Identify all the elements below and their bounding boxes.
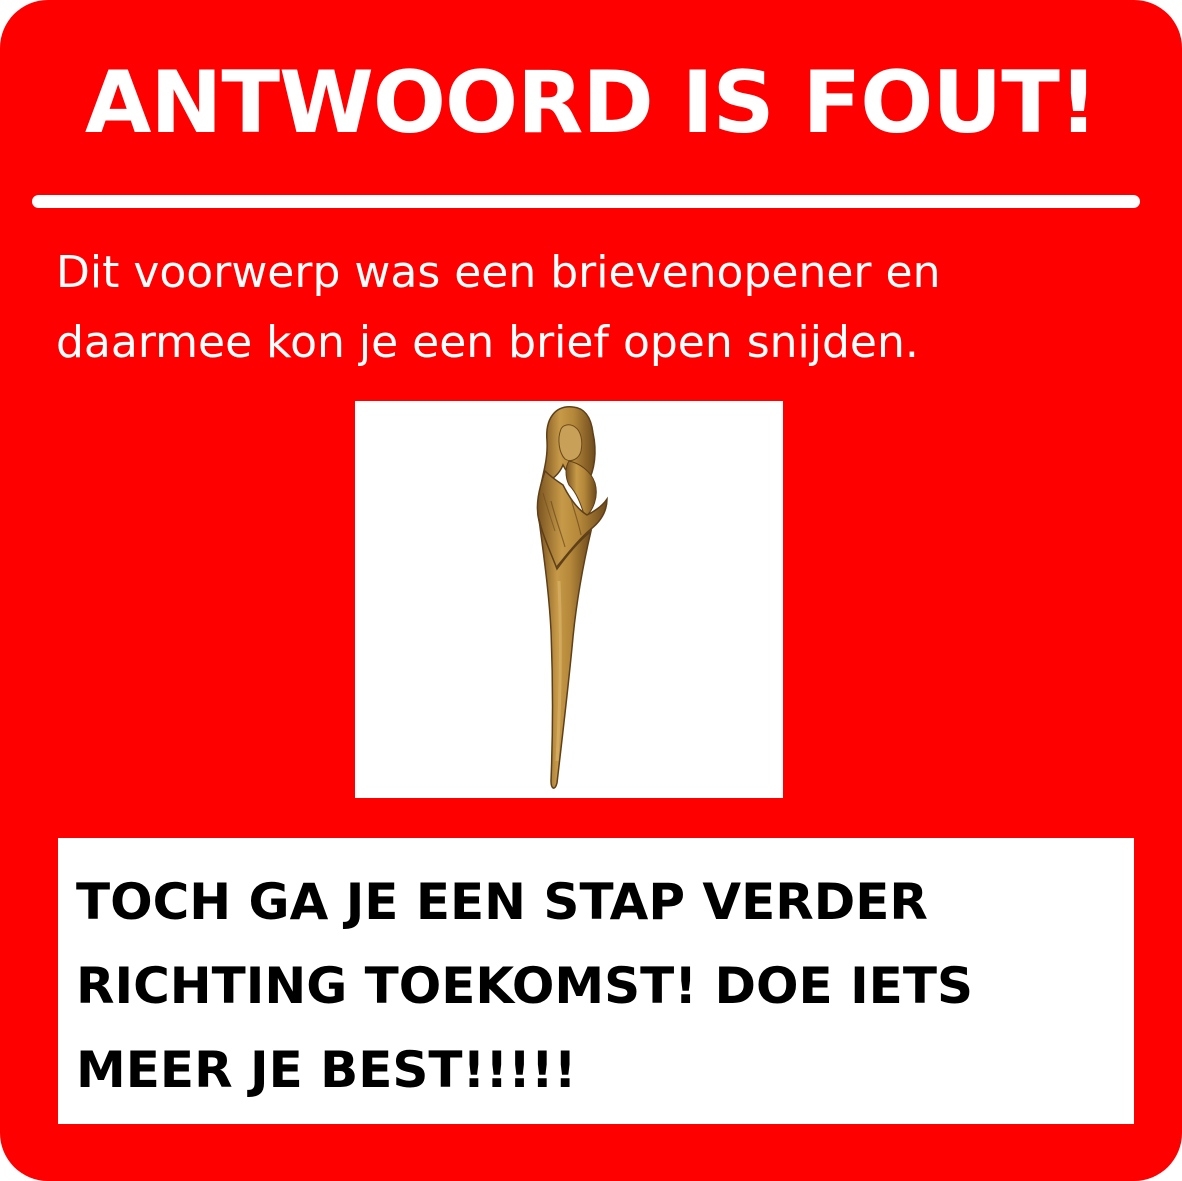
page-title: ANTWOORD IS FOUT! [84, 53, 1098, 153]
letter-opener-image [355, 401, 783, 798]
explanation-line-1: Dit voorwerp was een brievenopener en [56, 247, 941, 298]
explanation-line-2: daarmee kon je een brief open snijden. [56, 317, 919, 368]
encouragement-text: TOCH GA JE EEN STAP VERDER RICHTING TOEK… [76, 860, 1126, 1112]
encouragement-box: TOCH GA JE EEN STAP VERDER RICHTING TOEK… [58, 838, 1134, 1124]
encouragement-line-1: TOCH GA JE EEN STAP VERDER [76, 873, 928, 931]
title-divider [32, 195, 1140, 208]
letter-opener-figure-icon [536, 406, 608, 789]
encouragement-line-2: RICHTING TOEKOMST! DOE IETS [76, 957, 973, 1015]
explanation-text: Dit voorwerp was een brievenopener en da… [56, 238, 1136, 378]
encouragement-line-3: MEER JE BEST!!!!! [76, 1041, 577, 1099]
feedback-card: ANTWOORD IS FOUT! Dit voorwerp was een b… [0, 0, 1182, 1181]
